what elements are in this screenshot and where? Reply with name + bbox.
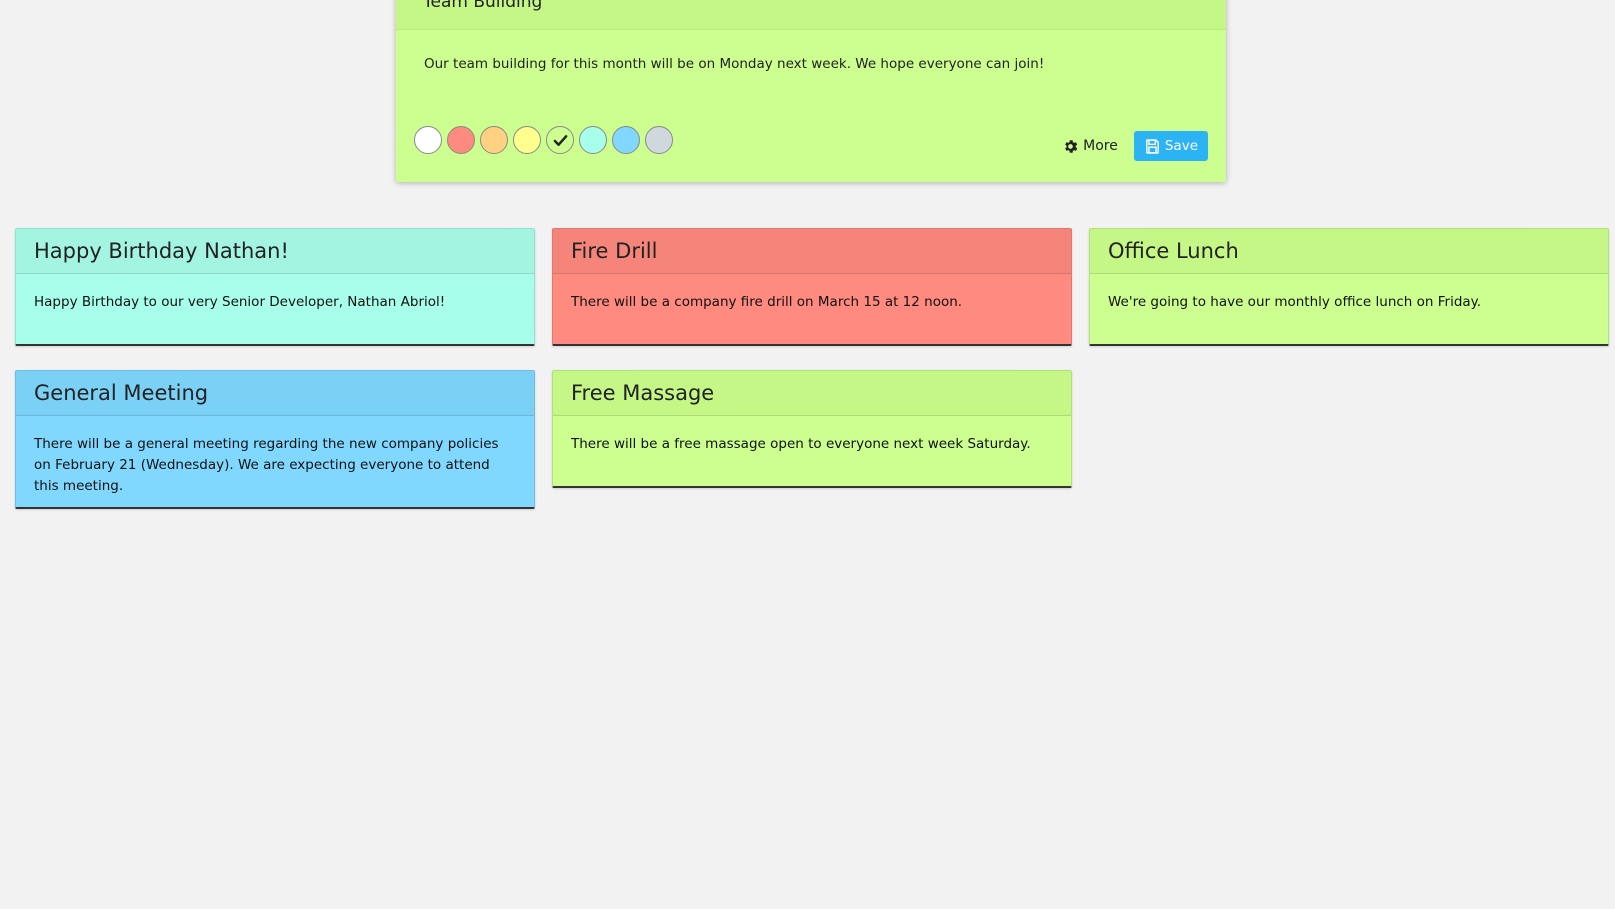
- color-swatch-teal[interactable]: [579, 126, 607, 154]
- color-swatch-red[interactable]: [447, 126, 475, 154]
- note-body: There will be a company fire drill on Ma…: [571, 294, 963, 310]
- notes-page: Team Building Our team building for this…: [0, 0, 1615, 909]
- note-card[interactable]: Office Lunch We're going to have our mon…: [1089, 228, 1609, 346]
- more-label: More: [1083, 138, 1118, 154]
- note-card[interactable]: Happy Birthday Nathan! Happy Birthday to…: [15, 228, 535, 346]
- note-card[interactable]: Free Massage There will be a free massag…: [552, 370, 1072, 488]
- editor-actions: More Save: [1062, 131, 1208, 161]
- editor-body-input[interactable]: Our team building for this month will be…: [424, 56, 1198, 72]
- note-editor: Team Building Our team building for this…: [396, 0, 1226, 182]
- note-title: Fire Drill: [553, 229, 1071, 274]
- save-button[interactable]: Save: [1133, 131, 1208, 161]
- color-swatch-gray[interactable]: [645, 126, 673, 154]
- note-card[interactable]: General Meeting There will be a general …: [15, 370, 535, 509]
- note-title: Happy Birthday Nathan!: [16, 229, 534, 274]
- floppy-disk-icon: [1145, 138, 1159, 154]
- note-body: There will be a free massage open to eve…: [571, 436, 1031, 452]
- editor-header: Team Building: [396, 0, 1226, 30]
- gear-icon: [1065, 139, 1078, 153]
- more-button[interactable]: More: [1062, 138, 1118, 155]
- color-swatch-yellow[interactable]: [513, 126, 541, 154]
- note-body: There will be a general meeting regardin…: [34, 436, 499, 494]
- color-swatch-white[interactable]: [414, 126, 442, 154]
- note-body: Happy Birthday to our very Senior Develo…: [34, 294, 446, 310]
- color-swatch-blue[interactable]: [612, 126, 640, 154]
- note-card[interactable]: Fire Drill There will be a company fire …: [552, 228, 1072, 346]
- note-body: We're going to have our monthly office l…: [1108, 294, 1482, 310]
- color-picker: [414, 126, 673, 154]
- checkmark-icon: [553, 134, 567, 146]
- editor-title-input[interactable]: Team Building: [423, 0, 542, 12]
- color-swatch-green[interactable]: [546, 126, 574, 154]
- note-title: General Meeting: [16, 371, 534, 416]
- color-swatch-orange[interactable]: [480, 126, 508, 154]
- save-label: Save: [1164, 138, 1198, 154]
- note-title: Free Massage: [553, 371, 1071, 416]
- note-title: Office Lunch: [1090, 229, 1608, 274]
